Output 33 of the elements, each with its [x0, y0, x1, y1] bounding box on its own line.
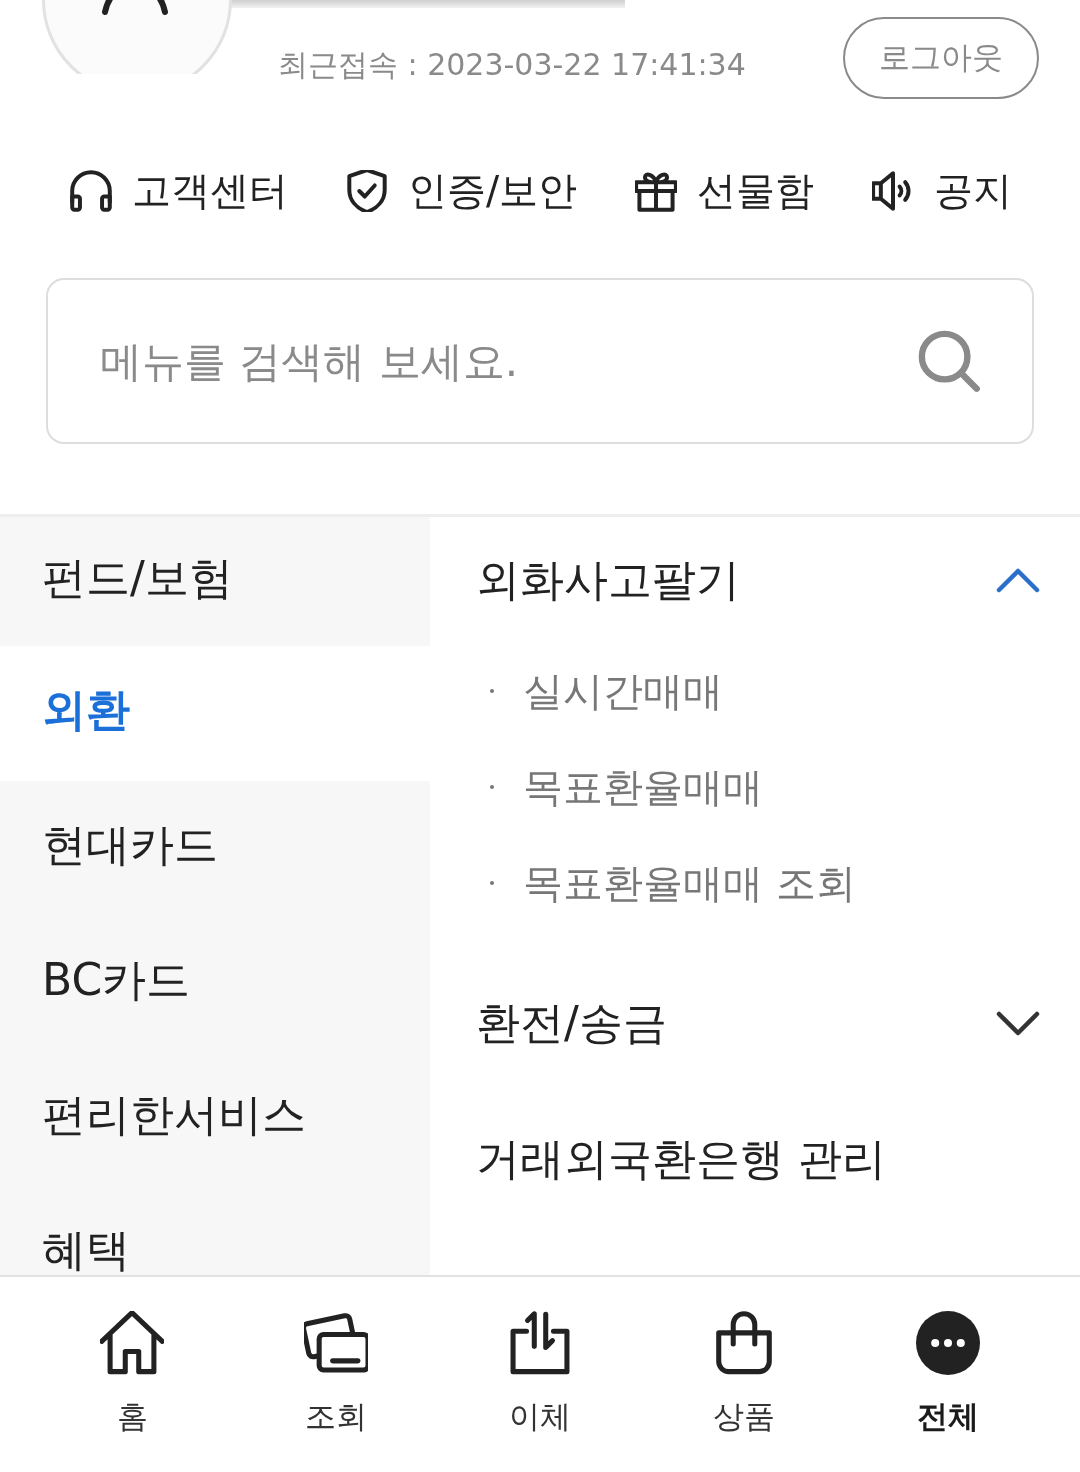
- quick-link[interactable]: 선물함: [635, 167, 815, 215]
- headset-icon: [70, 170, 112, 212]
- menu-link[interactable]: 거래외국환은행 관리: [476, 1091, 1040, 1227]
- last-login-text: 최근접속 : 2023-03-22 17:41:34: [278, 46, 746, 84]
- category-item[interactable]: 외환: [0, 646, 430, 781]
- category-item[interactable]: 혜택: [0, 1186, 430, 1275]
- category-item[interactable]: 펀드/보험: [0, 517, 430, 646]
- nav-tab[interactable]: 조회: [234, 1277, 438, 1472]
- house-icon: [100, 1311, 164, 1375]
- quick-link[interactable]: 고객센터: [70, 167, 288, 215]
- submenu-item[interactable]: 목표환율매매: [476, 739, 1040, 835]
- category-item[interactable]: BC카드: [0, 916, 430, 1051]
- nav-tab[interactable]: 전체: [846, 1277, 1050, 1472]
- bullet-icon: [490, 689, 494, 693]
- category-item[interactable]: 현대카드: [0, 781, 430, 916]
- nav-tab[interactable]: 홈: [30, 1277, 234, 1472]
- quick-link[interactable]: 인증/보안: [346, 167, 578, 215]
- cards-icon: [304, 1311, 368, 1375]
- bullet-icon: [490, 785, 494, 789]
- shield-check-icon: [346, 170, 388, 212]
- bullet-icon: [490, 881, 494, 885]
- accordion-header[interactable]: 환전/송금: [476, 955, 1040, 1091]
- nav-tab[interactable]: 이체: [438, 1277, 642, 1472]
- submenu-item[interactable]: 목표환율매매 조회: [476, 835, 1040, 931]
- more-dots-icon: [916, 1311, 980, 1375]
- nav-tab[interactable]: 상품: [642, 1277, 846, 1472]
- submenu-item[interactable]: 실시간매매: [476, 643, 1040, 739]
- accordion-header[interactable]: 외화사고팔기: [476, 517, 1040, 643]
- quick-link[interactable]: 공지: [872, 167, 1013, 215]
- search-field[interactable]: 메뉴를 검색해 보세요.: [46, 278, 1034, 444]
- category-item[interactable]: 편리한서비스: [0, 1051, 430, 1186]
- transfer-icon: [508, 1311, 572, 1375]
- gift-icon: [635, 170, 678, 212]
